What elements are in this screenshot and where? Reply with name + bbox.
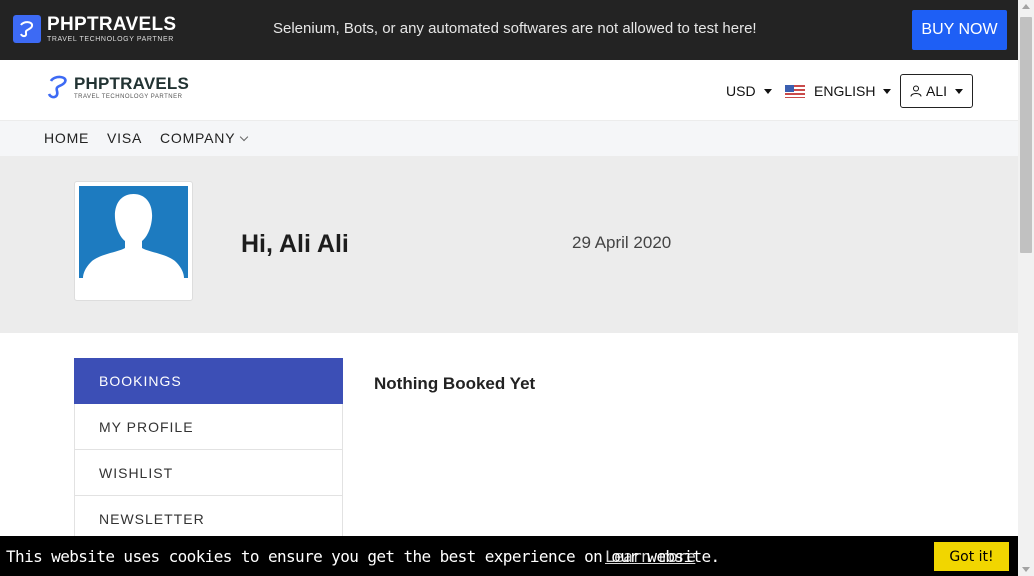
- user-silhouette-icon: [79, 186, 188, 278]
- top-logo-tagline: TRAVEL TECHNOLOGY PARTNER: [47, 36, 174, 43]
- caret-down-icon: [763, 88, 772, 94]
- logo-mark-icon: [47, 75, 67, 99]
- top-announcement-bar: PHPTRAVELS TRAVEL TECHNOLOGY PARTNER Sel…: [0, 0, 1018, 60]
- nav-home-label: HOME: [44, 130, 90, 146]
- logo-mark-icon: [13, 15, 41, 43]
- avatar: [74, 181, 193, 301]
- scroll-up-arrow-icon[interactable]: [1022, 4, 1030, 9]
- greeting-heading: Hi, Ali Ali: [241, 230, 349, 258]
- main-navigation: HOME VISA COMPANY: [0, 121, 1018, 156]
- language-label: ENGLISH: [814, 83, 876, 99]
- currency-dropdown[interactable]: USD: [726, 83, 772, 99]
- user-account-dropdown[interactable]: ALI: [900, 74, 973, 108]
- page-scrollbar[interactable]: [1018, 0, 1034, 576]
- buy-now-button[interactable]: BUY NOW: [912, 10, 1007, 50]
- accept-cookies-button[interactable]: Got it!: [934, 542, 1009, 571]
- sidebar-item-bookings[interactable]: BOOKINGS: [74, 358, 343, 404]
- account-sidebar: BOOKINGS MY PROFILE WISHLIST NEWSLETTER: [74, 358, 343, 542]
- scrollbar-thumb[interactable]: [1020, 17, 1032, 253]
- user-icon: [910, 85, 922, 97]
- user-name-label: ALI: [925, 83, 947, 99]
- sidebar-item-label: MY PROFILE: [99, 418, 194, 435]
- nav-company-label: COMPANY: [160, 130, 236, 146]
- cookie-consent-bar: This website uses cookies to ensure you …: [0, 536, 1018, 576]
- nav-home[interactable]: HOME: [44, 130, 89, 146]
- current-date: 29 April 2020: [572, 233, 672, 252]
- nav-company[interactable]: COMPANY: [160, 130, 249, 146]
- caret-down-icon: [955, 88, 963, 94]
- header-logo-tagline: TRAVEL TECHNOLOGY PARTNER: [74, 93, 183, 100]
- automation-notice: Selenium, Bots, or any automated softwar…: [273, 20, 757, 37]
- nav-visa-label: VISA: [107, 130, 143, 146]
- sidebar-item-label: NEWSLETTER: [99, 510, 205, 527]
- sidebar-item-wishlist[interactable]: WISHLIST: [74, 450, 343, 496]
- scroll-down-arrow-icon[interactable]: [1022, 567, 1030, 572]
- top-logo[interactable]: PHPTRAVELS TRAVEL TECHNOLOGY PARTNER: [13, 15, 176, 43]
- us-flag-icon: [785, 84, 805, 98]
- site-header: PHPTRAVELS TRAVEL TECHNOLOGY PARTNER USD…: [0, 60, 1018, 121]
- sidebar-item-label: BOOKINGS: [99, 372, 182, 389]
- header-logo-name: PHPTRAVELS: [74, 73, 190, 93]
- caret-down-icon: [883, 88, 892, 94]
- sidebar-item-my-profile[interactable]: MY PROFILE: [74, 404, 343, 450]
- currency-label: USD: [726, 83, 756, 99]
- sidebar-item-label: WISHLIST: [99, 464, 174, 481]
- nav-visa[interactable]: VISA: [107, 130, 142, 146]
- top-logo-name: PHPTRAVELS: [47, 14, 177, 35]
- header-logo[interactable]: PHPTRAVELS TRAVEL TECHNOLOGY PARTNER: [46, 73, 189, 101]
- language-dropdown[interactable]: ENGLISH: [785, 83, 892, 99]
- learn-more-link[interactable]: Learn more: [605, 547, 696, 566]
- empty-bookings-message: Nothing Booked Yet: [374, 374, 536, 393]
- chevron-down-icon: [240, 132, 249, 141]
- profile-header: Hi, Ali Ali 29 April 2020: [0, 156, 1018, 333]
